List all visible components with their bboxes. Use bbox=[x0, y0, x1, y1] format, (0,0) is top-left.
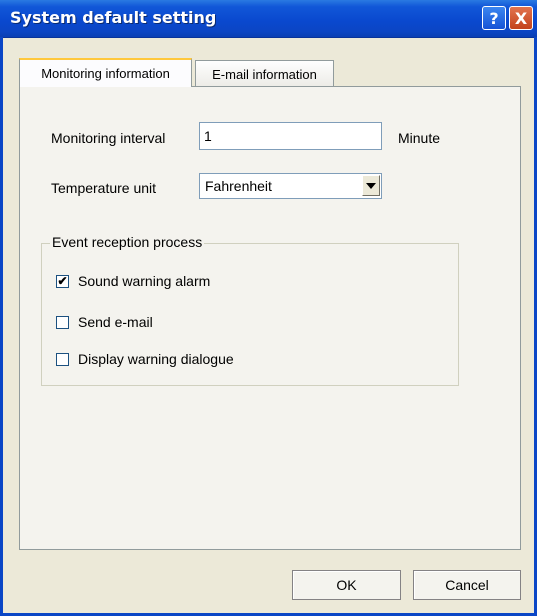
tab-email-information[interactable]: E-mail information bbox=[195, 60, 334, 87]
title-bar[interactable]: System default setting ? X bbox=[0, 0, 537, 38]
close-button[interactable]: X bbox=[509, 6, 533, 30]
monitoring-interval-input[interactable] bbox=[199, 122, 382, 150]
send-email-checkbox[interactable] bbox=[56, 316, 69, 329]
chevron-down-icon[interactable] bbox=[362, 175, 380, 196]
temperature-unit-label: Temperature unit bbox=[51, 180, 157, 196]
ok-button-label: OK bbox=[336, 577, 357, 593]
sound-warning-label[interactable]: Sound warning alarm bbox=[78, 273, 210, 289]
window-title: System default setting bbox=[10, 8, 217, 27]
cancel-button-label: Cancel bbox=[445, 577, 489, 593]
event-reception-legend: Event reception process bbox=[50, 234, 205, 250]
display-warning-checkbox[interactable] bbox=[56, 353, 69, 366]
tab-label: E-mail information bbox=[212, 66, 317, 82]
sound-warning-checkbox[interactable]: ✔ bbox=[56, 275, 69, 288]
temperature-unit-value: Fahrenheit bbox=[205, 178, 272, 194]
cancel-button[interactable]: Cancel bbox=[413, 570, 521, 600]
tab-label: Monitoring information bbox=[41, 66, 170, 81]
interval-unit-label: Minute bbox=[398, 130, 441, 146]
help-button[interactable]: ? bbox=[482, 6, 506, 30]
ok-button[interactable]: OK bbox=[292, 570, 401, 600]
monitoring-interval-label: Monitoring interval bbox=[51, 130, 166, 146]
temperature-unit-select[interactable]: Fahrenheit bbox=[199, 173, 382, 199]
help-icon: ? bbox=[489, 8, 499, 28]
display-warning-label[interactable]: Display warning dialogue bbox=[78, 351, 234, 367]
tab-monitoring-information[interactable]: Monitoring information bbox=[19, 58, 192, 87]
close-icon: X bbox=[514, 8, 528, 28]
send-email-label[interactable]: Send e-mail bbox=[78, 314, 153, 330]
